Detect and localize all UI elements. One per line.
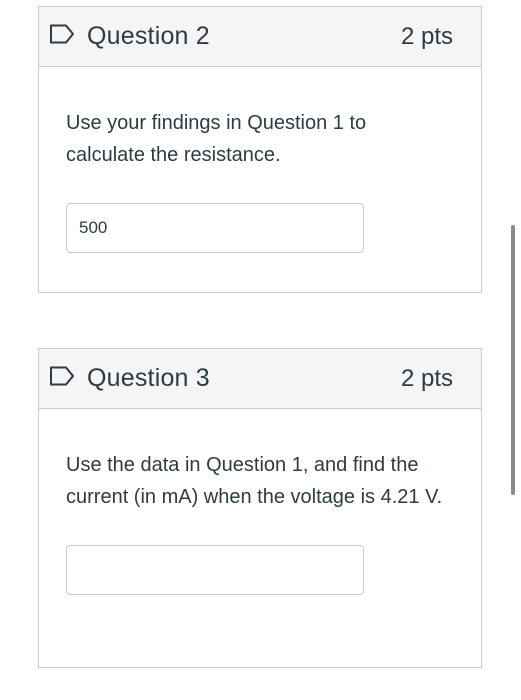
question-body: Use your findings in Question 1 to calcu… [39, 67, 481, 253]
quiz-page: Question 2 2 pts Use your findings in Qu… [0, 0, 521, 700]
question-card-2: Question 2 2 pts Use your findings in Qu… [38, 6, 482, 293]
question-points: 2 pts [400, 365, 453, 392]
question-card-3: Question 3 2 pts Use the data in Questio… [38, 348, 482, 668]
question-header: Question 2 2 pts [39, 7, 481, 67]
question-text: Use your findings in Question 1 to calcu… [66, 112, 367, 166]
flag-outline-icon[interactable] [49, 366, 75, 386]
scrollbar[interactable] [511, 225, 515, 495]
question-text: Use the data in Question 1, and find the… [66, 454, 443, 508]
answer-input[interactable] [66, 203, 364, 253]
question-title: Question 3 [87, 364, 210, 392]
question-title: Question 2 [87, 22, 210, 50]
question-points: 2 pts [400, 23, 453, 50]
answer-input[interactable] [66, 545, 364, 595]
flag-outline-icon[interactable] [49, 24, 75, 44]
question-body: Use the data in Question 1, and find the… [39, 409, 481, 595]
question-header: Question 3 2 pts [39, 349, 481, 409]
